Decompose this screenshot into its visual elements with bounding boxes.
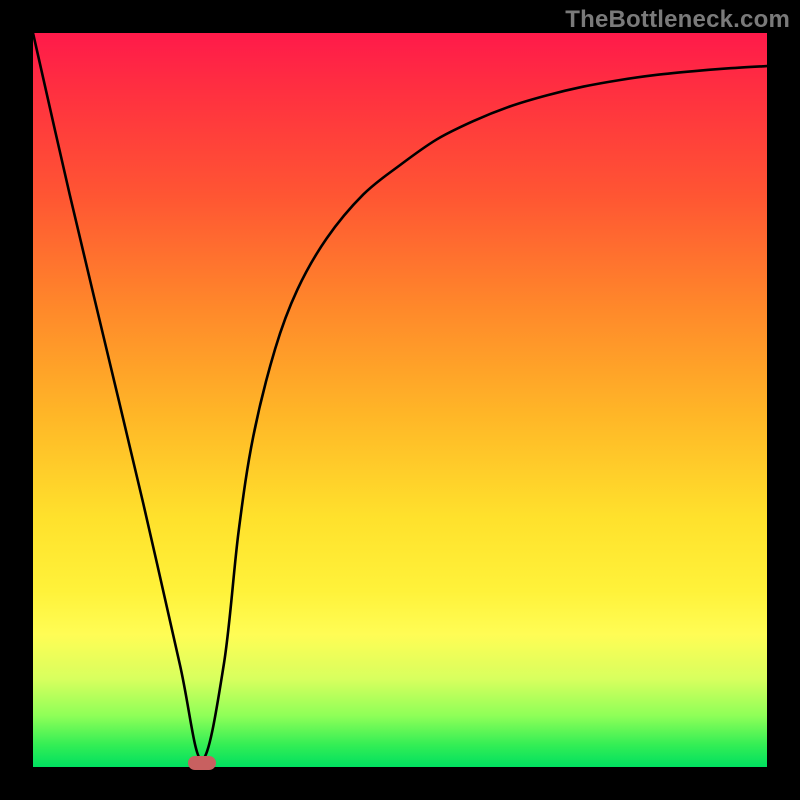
- bottleneck-curve: [33, 33, 767, 767]
- minimum-marker: [188, 756, 216, 770]
- chart-frame: TheBottleneck.com: [0, 0, 800, 800]
- watermark-text: TheBottleneck.com: [565, 6, 790, 34]
- plot-area: [33, 33, 767, 767]
